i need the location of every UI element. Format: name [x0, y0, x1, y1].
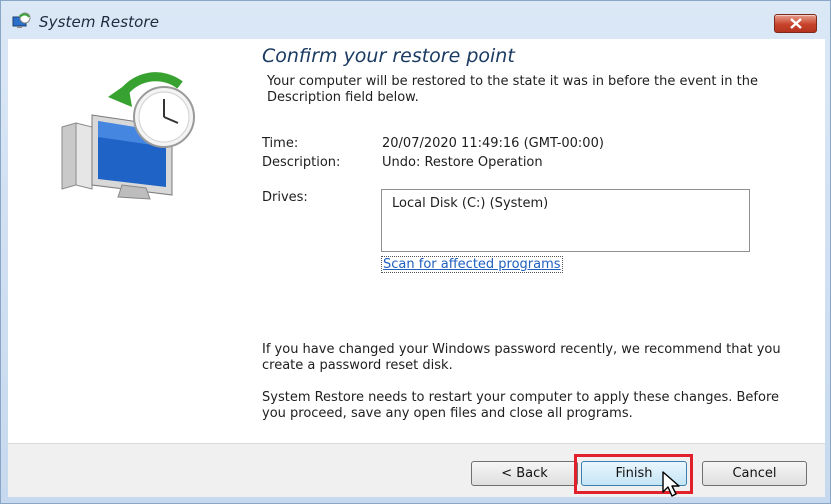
- button-bar: < Back Finish Cancel: [8, 443, 825, 497]
- description-value: Undo: Restore Operation: [382, 155, 543, 170]
- restore-monitor-clock-icon: [61, 72, 195, 200]
- mouse-pointer-icon: [662, 471, 680, 497]
- drives-list[interactable]: Local Disk (C:) (System): [381, 189, 750, 252]
- time-value: 20/07/2020 11:49:16 (GMT-00:00): [382, 136, 604, 151]
- close-button[interactable]: [774, 14, 817, 33]
- password-note: If you have changed your Windows passwor…: [262, 342, 781, 373]
- window-title: System Restore: [39, 13, 160, 31]
- close-icon: [790, 18, 802, 29]
- system-restore-window: System Restore Confirm your restore poin…: [0, 0, 831, 504]
- restart-note: System Restore needs to restart your com…: [262, 390, 780, 421]
- scan-affected-programs-link[interactable]: Scan for affected programs: [381, 256, 563, 273]
- back-button[interactable]: < Back: [471, 461, 578, 486]
- drive-item[interactable]: Local Disk (C:) (System): [392, 196, 548, 211]
- page-title: Confirm your restore point: [262, 45, 515, 67]
- description-label: Description:: [262, 155, 341, 170]
- cancel-button[interactable]: Cancel: [702, 461, 807, 486]
- content-panel: Confirm your restore point Your computer…: [246, 39, 825, 443]
- time-label: Time:: [262, 136, 299, 151]
- left-graphic-panel: [8, 39, 246, 443]
- intro-text: Your computer will be restored to the st…: [267, 74, 758, 105]
- drives-label: Drives:: [262, 190, 308, 205]
- system-restore-icon: [12, 12, 31, 28]
- dialog-client-area: Confirm your restore point Your computer…: [8, 39, 825, 497]
- title-bar[interactable]: System Restore: [1, 1, 830, 39]
